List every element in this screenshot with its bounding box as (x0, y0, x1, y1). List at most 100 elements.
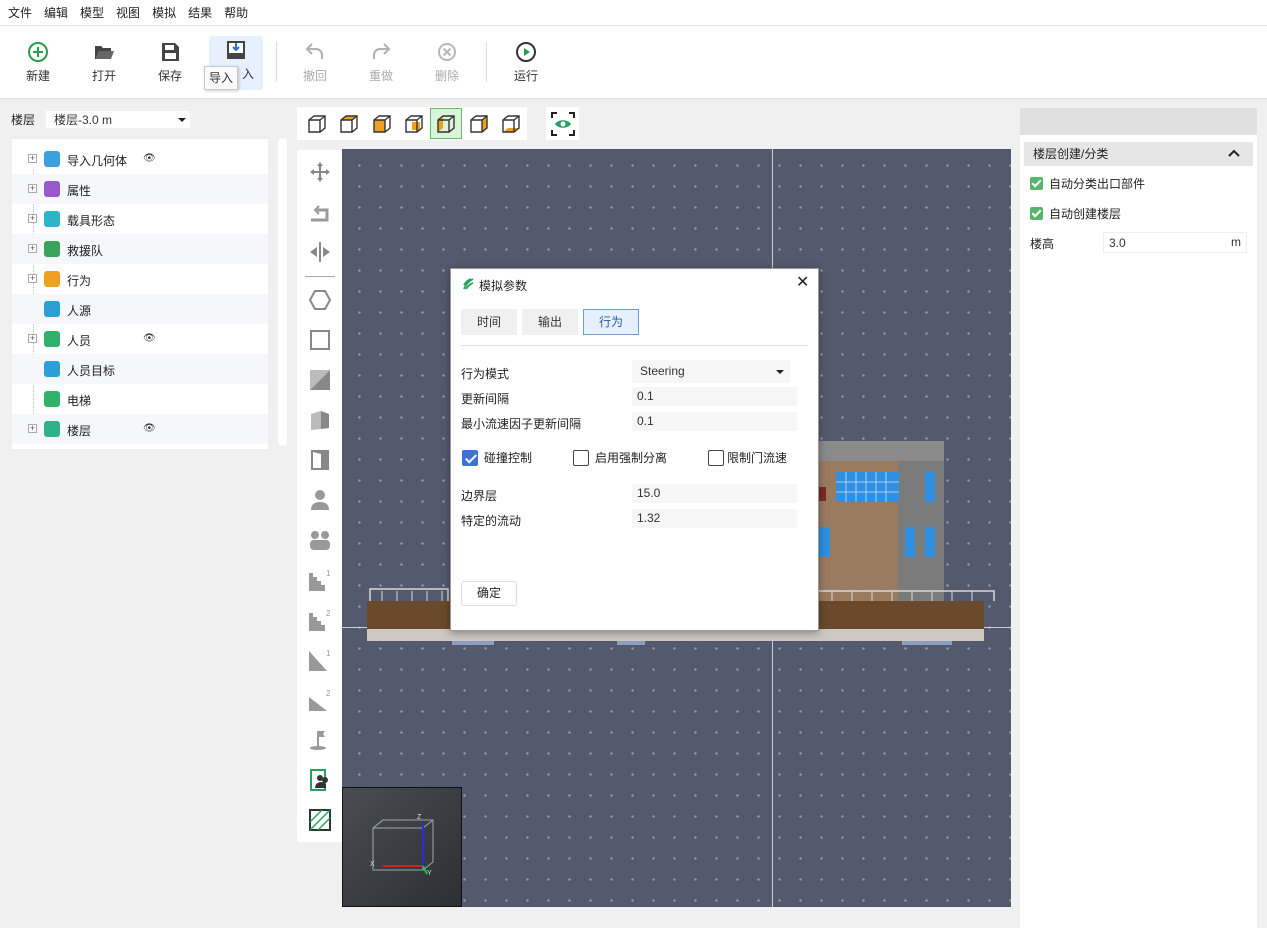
behavior-mode-select[interactable]: Steering (632, 360, 790, 383)
hatch-area-tool[interactable] (305, 805, 335, 835)
move-tool[interactable] (305, 157, 335, 187)
behavior-mode-value: Steering (640, 364, 685, 378)
slope-tool[interactable] (305, 365, 335, 395)
eye-icon[interactable]: 👁 (143, 153, 156, 164)
run-button[interactable]: 运行 (499, 38, 553, 90)
tree-item-label: 人员 (67, 334, 92, 348)
tree-item-behavior[interactable]: + 行为 (12, 264, 268, 294)
tree-item-label: 属性 (67, 184, 92, 198)
min-flow-interval-label: 最小流速因子更新间隔 (461, 417, 582, 431)
new-button[interactable]: 新建 (11, 38, 65, 90)
tab-behavior[interactable]: 行为 (583, 309, 639, 335)
floor-creation-section-header[interactable]: 楼层创建/分类 (1024, 142, 1253, 166)
person-source-icon (310, 769, 328, 791)
import-icon (227, 41, 245, 59)
tree-item-imported-geometry[interactable]: + 导入几何体 👁 (12, 144, 268, 174)
tree-item-label: 导入几何体 (67, 154, 128, 168)
visibility-toggle-button[interactable] (546, 107, 579, 140)
view-bottom-button[interactable] (495, 108, 527, 139)
open-button[interactable]: 打开 (77, 38, 131, 90)
ramp-2-tool[interactable]: 2 (305, 685, 335, 715)
rectangle-tool[interactable] (305, 325, 335, 355)
eye-icon[interactable]: 👁 (143, 333, 156, 344)
expand-icon[interactable]: + (28, 424, 37, 433)
save-button[interactable]: 保存 (143, 38, 197, 90)
rotate-tool[interactable] (305, 197, 335, 227)
min-flow-interval-input[interactable]: 0.1 (632, 412, 797, 431)
view-back-button[interactable] (398, 108, 430, 139)
close-icon[interactable]: ✕ (796, 275, 809, 291)
expand-icon[interactable]: + (28, 184, 37, 193)
orientation-minimap[interactable]: Z X Y (342, 787, 462, 907)
tree-item-elevator[interactable]: 电梯 (12, 384, 268, 414)
force-separation-checkbox[interactable]: 启用强制分离 (573, 449, 667, 466)
menu-simulate[interactable]: 模拟 (152, 4, 176, 21)
tree-item-person-target[interactable]: 人员目标 (12, 354, 268, 384)
person-source-tool[interactable] (305, 765, 335, 795)
expand-icon[interactable]: + (28, 214, 37, 223)
door-flow-limit-checkbox[interactable]: 限制门流速 (708, 449, 787, 466)
menu-model[interactable]: 模型 (80, 4, 104, 21)
eye-focus-icon (550, 111, 575, 136)
menu-help[interactable]: 帮助 (224, 4, 248, 21)
tree-item-floors[interactable]: + 楼层 👁 (12, 414, 268, 444)
collision-control-checkbox[interactable]: 碰撞控制 (462, 449, 532, 466)
menu-view[interactable]: 视图 (116, 4, 140, 21)
view-right-button[interactable] (462, 108, 494, 139)
tree-item-properties[interactable]: + 属性 (12, 174, 268, 204)
boundary-layer-input[interactable]: 15.0 (632, 484, 797, 503)
view-iso-button[interactable] (301, 108, 333, 139)
floppy-disk-icon (162, 43, 179, 61)
expand-icon[interactable]: + (28, 334, 37, 343)
ramp-1-tool[interactable]: 1 (305, 645, 335, 675)
properties-panel: 楼层创建/分类 自动分类出口部件 自动创建楼层 楼高 3.0 m (1020, 135, 1257, 928)
floor-select[interactable]: 楼层-3.0 m (45, 109, 191, 129)
menu-edit[interactable]: 编辑 (44, 4, 68, 21)
tab-output[interactable]: 输出 (522, 309, 578, 335)
floor-label: 楼层 (11, 112, 36, 127)
menu-results[interactable]: 结果 (188, 4, 212, 21)
tree-item-persons[interactable]: + 人员 👁 (12, 324, 268, 354)
person-tool[interactable] (305, 485, 335, 515)
door-tool[interactable] (305, 445, 335, 475)
tab-time[interactable]: 时间 (461, 309, 517, 335)
auto-create-checkbox[interactable]: 自动创建楼层 (1030, 205, 1121, 221)
floor-height-input[interactable]: 3.0 (1103, 232, 1247, 253)
chevron-down-icon (776, 370, 784, 374)
cube-wireframe-icon (308, 114, 326, 133)
undo-button[interactable]: 撤回 (288, 38, 342, 90)
target-tool[interactable] (305, 725, 335, 755)
expand-icon[interactable]: + (28, 154, 37, 163)
auto-classify-checkbox[interactable]: 自动分类出口部件 (1030, 175, 1145, 191)
tree-item-label: 楼层 (67, 424, 92, 438)
expand-icon[interactable]: + (28, 244, 37, 253)
mirror-tool[interactable] (305, 237, 335, 267)
view-front-button[interactable] (366, 108, 398, 139)
cube-icon (44, 151, 60, 167)
redo-button[interactable]: 重做 (354, 38, 408, 90)
behavior-mode-label: 行为模式 (461, 367, 510, 381)
stairs-1-tool[interactable]: 1 (305, 565, 335, 595)
view-left-button[interactable] (430, 108, 463, 139)
tree-item-person-source[interactable]: 人源 (12, 294, 268, 324)
specific-flow-label: 特定的流动 (461, 514, 522, 528)
wall-tool[interactable] (305, 405, 335, 435)
hexagon-icon (308, 290, 332, 310)
tree-item-rescue-team[interactable]: + 救援队 (12, 234, 268, 264)
view-top-button[interactable] (333, 108, 365, 139)
expand-icon[interactable]: + (28, 274, 37, 283)
group-tool[interactable] (305, 525, 335, 555)
specific-flow-input[interactable]: 1.32 (632, 509, 797, 528)
force-separation-label: 启用强制分离 (595, 451, 668, 465)
person-icon (311, 490, 329, 510)
tree-item-vehicle-shape[interactable]: + 载具形态 (12, 204, 268, 234)
y-axis-label: Y (427, 870, 432, 877)
menu-file[interactable]: 文件 (8, 4, 32, 21)
polygon-tool[interactable] (305, 285, 335, 315)
update-interval-input[interactable]: 0.1 (632, 387, 797, 406)
stairs-2-tool[interactable]: 2 (305, 605, 335, 635)
delete-button[interactable]: 删除 (420, 38, 474, 90)
left-panel-scrollbar[interactable] (278, 138, 287, 446)
ok-button[interactable]: 确定 (461, 581, 517, 606)
eye-icon[interactable]: 👁 (143, 423, 156, 434)
